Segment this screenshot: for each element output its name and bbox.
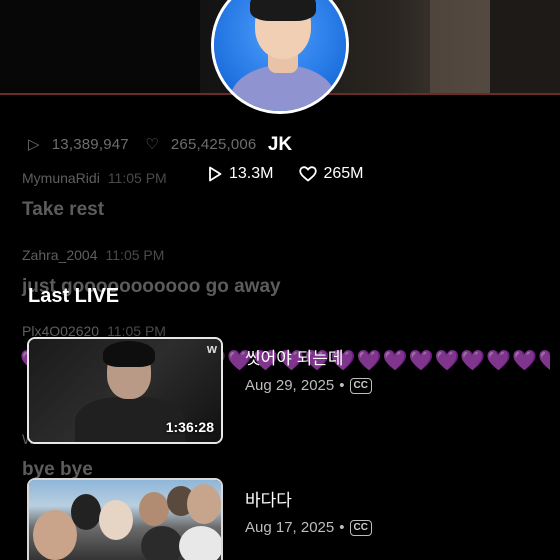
chat-username: Zahra_2004 11:05 PM	[22, 247, 165, 263]
live-duration: 1:36:28	[165, 419, 214, 435]
heart-icon	[299, 166, 318, 182]
chat-message: Take rest	[22, 199, 105, 220]
meta-separator: •	[339, 377, 345, 394]
section-title-last-live: Last LIVE	[28, 285, 120, 307]
banner-shade-mid	[430, 0, 490, 94]
profile-name: JK	[267, 134, 293, 155]
profile-stats: 13.3M 265M	[207, 165, 364, 183]
live-meta: Aug 17, 2025 • CC	[245, 519, 372, 536]
cc-icon: CC	[349, 519, 372, 536]
live-thumbnail[interactable]	[27, 478, 223, 560]
profile-avatar[interactable]	[211, 0, 349, 114]
cc-icon: CC	[349, 377, 372, 394]
live-date: Aug 29, 2025	[245, 377, 335, 394]
banner-shade-left	[0, 0, 200, 94]
plays-count: 13.3M	[229, 165, 274, 182]
meta-separator: •	[339, 519, 345, 536]
live-date: Aug 17, 2025	[245, 519, 335, 536]
live-meta: Aug 29, 2025 • CC	[245, 377, 372, 394]
likes-count: 265M	[323, 165, 364, 182]
banner-shade-right	[490, 0, 560, 94]
live-title[interactable]: 씻어야 되는데	[245, 344, 344, 369]
chat-username: MymunaRidi 11:05 PM	[22, 170, 167, 186]
live-thumbnail[interactable]: w 1:36:28	[27, 337, 223, 444]
weverse-badge: w	[206, 341, 217, 356]
live-title[interactable]: 바다다	[245, 486, 292, 511]
play-icon	[209, 166, 222, 182]
